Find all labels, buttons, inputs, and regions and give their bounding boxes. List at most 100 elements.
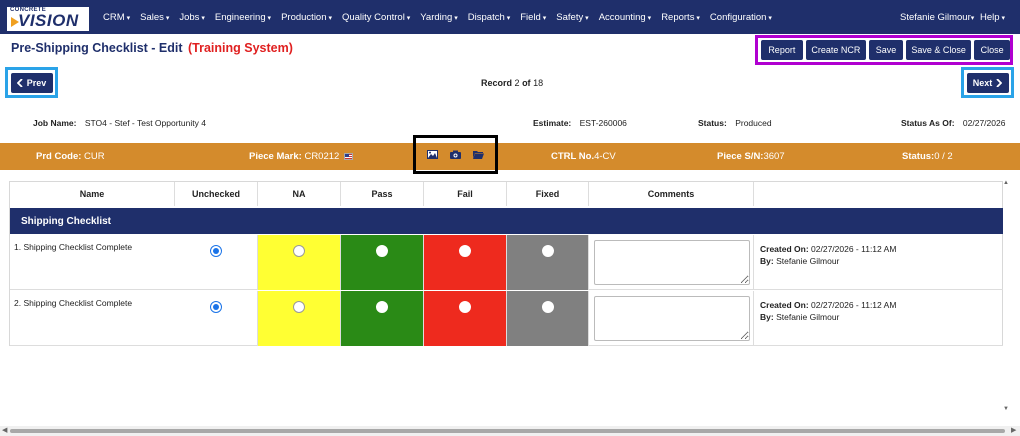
next-button[interactable]: Next bbox=[966, 72, 1009, 93]
report-button[interactable]: Report bbox=[761, 40, 803, 60]
section-shipping-checklist: Shipping Checklist bbox=[10, 208, 1003, 234]
created-by-value: Stefanie Gilmour bbox=[776, 256, 840, 266]
comment-textarea[interactable] bbox=[594, 240, 750, 285]
created-on-label: Created On: bbox=[760, 300, 809, 310]
header-name: Name bbox=[10, 182, 175, 206]
chevron-right-icon bbox=[996, 78, 1003, 87]
status-as-of-value: 02/27/2026 bbox=[962, 118, 1006, 128]
fail-radio[interactable] bbox=[459, 301, 471, 313]
checklist-table: Name Unchecked NA Pass Fail Fixed Commen… bbox=[9, 181, 1003, 346]
created-info: Created On: 02/27/2026 - 11:12 AM By: St… bbox=[760, 299, 896, 323]
piece-sn-value: 3607 bbox=[763, 151, 785, 162]
help-menu[interactable]: Help bbox=[980, 12, 1005, 23]
next-box: Next bbox=[961, 67, 1014, 98]
status-label: Status: bbox=[698, 118, 727, 128]
header-na: NA bbox=[258, 182, 341, 206]
prev-button[interactable]: Prev bbox=[10, 72, 53, 93]
menu-reports[interactable]: Reports bbox=[661, 12, 700, 23]
created-by-label: By: bbox=[760, 256, 774, 266]
pass-radio[interactable] bbox=[376, 245, 388, 257]
scroll-left-arrow-icon[interactable]: ◀ bbox=[2, 426, 7, 434]
prev-label: Prev bbox=[26, 77, 47, 88]
create-ncr-button[interactable]: Create NCR bbox=[805, 40, 867, 60]
save-button[interactable]: Save bbox=[869, 40, 903, 60]
training-system-label: (Training System) bbox=[188, 41, 293, 55]
fixed-cell bbox=[507, 235, 589, 290]
piece-mark-value: CR0212 bbox=[304, 151, 340, 162]
fixed-radio[interactable] bbox=[542, 245, 554, 257]
camera-icon[interactable] bbox=[450, 150, 461, 159]
pass-cell bbox=[341, 291, 424, 346]
fail-radio[interactable] bbox=[459, 245, 471, 257]
created-on-label: Created On: bbox=[760, 244, 809, 254]
header-comments: Comments bbox=[589, 182, 754, 206]
prd-code: Prd Code: CUR bbox=[36, 151, 105, 162]
na-radio[interactable] bbox=[293, 245, 305, 257]
menu-engineering[interactable]: Engineering bbox=[215, 12, 271, 23]
action-toolbar: Report Create NCR Save Save & Close Clos… bbox=[755, 35, 1013, 65]
job-name-value: STO4 - Stef - Test Opportunity 4 bbox=[84, 118, 206, 128]
menu-configuration[interactable]: Configuration bbox=[710, 12, 772, 23]
piece-status-label: Status: bbox=[902, 151, 935, 162]
fixed-cell bbox=[507, 291, 589, 346]
created-by-value: Stefanie Gilmour bbox=[776, 312, 840, 322]
status-value: Produced bbox=[735, 118, 772, 128]
menu-production[interactable]: Production bbox=[281, 12, 332, 23]
estimate-info: Estimate: EST-260006 bbox=[533, 118, 627, 128]
main-menu: CRM Sales Jobs Engineering Production Qu… bbox=[103, 0, 782, 34]
menu-accounting[interactable]: Accounting bbox=[599, 12, 651, 23]
scroll-right-arrow-icon[interactable]: ▶ bbox=[1011, 426, 1016, 434]
save-close-button[interactable]: Save & Close bbox=[905, 40, 972, 60]
chevron-left-icon bbox=[16, 78, 23, 87]
prd-code-label: Prd Code: bbox=[36, 151, 82, 162]
comment-textarea[interactable] bbox=[594, 296, 750, 341]
unchecked-radio[interactable] bbox=[210, 245, 222, 257]
prev-box: Prev bbox=[5, 67, 58, 98]
job-name-info: Job Name: STO4 - Stef - Test Opportunity… bbox=[33, 118, 206, 128]
menu-jobs[interactable]: Jobs bbox=[179, 12, 205, 23]
close-button[interactable]: Close bbox=[974, 40, 1010, 60]
record-label: Record bbox=[481, 78, 513, 88]
pass-cell bbox=[341, 235, 424, 290]
user-menu[interactable]: Stefanie Gilmour bbox=[900, 12, 974, 23]
next-label: Next bbox=[972, 77, 993, 88]
menu-yarding[interactable]: Yarding bbox=[420, 12, 458, 23]
ctrl-no-label: CTRL No. bbox=[551, 151, 595, 162]
status-as-of-info: Status As Of: 02/27/2026 bbox=[901, 118, 1005, 128]
piece-info-bar: Prd Code: CUR Piece Mark: CR0212 CTRL No… bbox=[0, 143, 1020, 170]
fail-cell bbox=[424, 291, 507, 346]
created-on-value: 02/27/2026 - 11:12 AM bbox=[811, 244, 897, 254]
menu-dispatch[interactable]: Dispatch bbox=[468, 12, 510, 23]
menu-safety[interactable]: Safety bbox=[556, 12, 588, 23]
menu-field[interactable]: Field bbox=[520, 12, 546, 23]
logo-big-text: VISION bbox=[18, 11, 79, 30]
na-cell bbox=[258, 235, 341, 290]
estimate-label: Estimate: bbox=[533, 118, 572, 128]
status-as-of-label: Status As Of: bbox=[901, 118, 955, 128]
concrete-vision-logo[interactable]: CONCRETE VISION bbox=[7, 7, 89, 31]
prd-code-value: CUR bbox=[84, 151, 105, 162]
menu-sales[interactable]: Sales bbox=[140, 12, 169, 23]
header-pass: Pass bbox=[341, 182, 424, 206]
folder-open-icon[interactable] bbox=[473, 150, 484, 159]
media-icons-box bbox=[413, 135, 498, 174]
na-radio[interactable] bbox=[293, 301, 305, 313]
checklist-item-name: 1. Shipping Checklist Complete bbox=[14, 242, 133, 252]
estimate-value: EST-260006 bbox=[579, 118, 627, 128]
piece-sn-label: Piece S/N: bbox=[717, 151, 764, 162]
pass-radio[interactable] bbox=[376, 301, 388, 313]
image-icon[interactable] bbox=[427, 150, 438, 159]
menu-crm[interactable]: CRM bbox=[103, 12, 130, 23]
scroll-up-arrow-icon[interactable]: ▲ bbox=[1003, 180, 1009, 186]
unchecked-cell bbox=[175, 291, 258, 346]
scroll-down-arrow-icon[interactable]: ▼ bbox=[1003, 406, 1009, 412]
ctrl-no-value: 4-CV bbox=[594, 151, 616, 162]
unchecked-radio[interactable] bbox=[210, 301, 222, 313]
fixed-radio[interactable] bbox=[542, 301, 554, 313]
record-current: 2 bbox=[514, 78, 520, 88]
horizontal-scroll-thumb[interactable] bbox=[10, 429, 1005, 433]
unchecked-cell bbox=[175, 235, 258, 290]
horizontal-scrollbar[interactable]: ◀ ▶ bbox=[0, 426, 1020, 436]
menu-quality-control[interactable]: Quality Control bbox=[342, 12, 410, 23]
ctrl-no: CTRL No.4-CV bbox=[551, 151, 616, 162]
